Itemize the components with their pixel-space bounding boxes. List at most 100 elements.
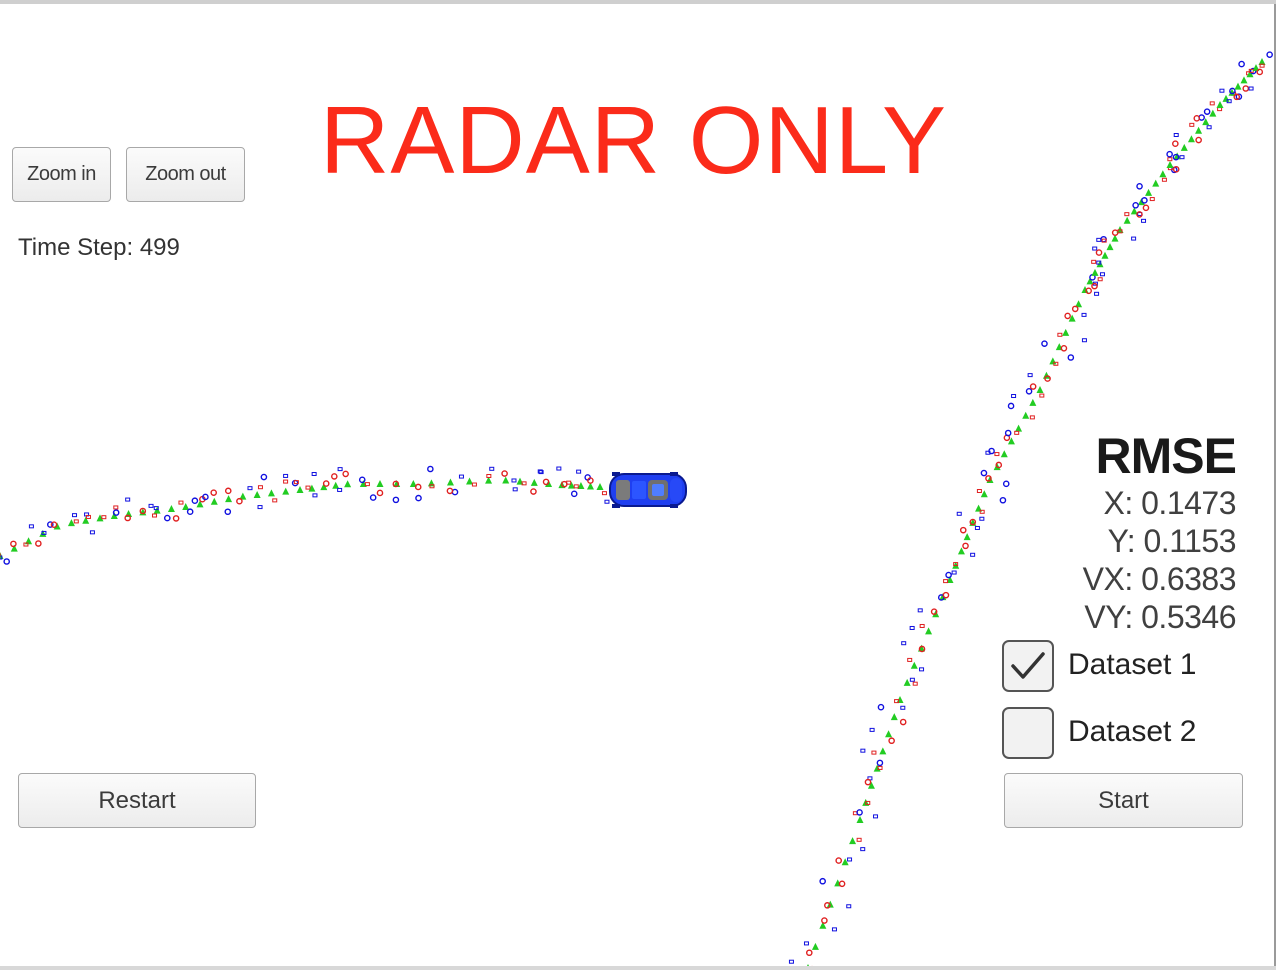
dataset-2-checkbox[interactable] bbox=[1002, 707, 1054, 759]
time-step-label: Time Step: 499 bbox=[18, 234, 180, 261]
restart-button[interactable]: Restart bbox=[18, 773, 256, 828]
zoom-in-button[interactable]: Zoom in bbox=[12, 147, 111, 202]
radar-marker bbox=[3, 558, 10, 565]
radar-marker bbox=[980, 469, 988, 477]
ground-truth-marker bbox=[856, 816, 864, 823]
radar-marker bbox=[1067, 354, 1075, 361]
estimate-marker bbox=[342, 470, 349, 478]
estimate-marker bbox=[73, 519, 79, 524]
radar-marker bbox=[956, 511, 962, 516]
radar-marker bbox=[125, 497, 131, 502]
estimate-marker bbox=[101, 515, 107, 520]
ground-truth-marker bbox=[1062, 328, 1070, 336]
radar-marker bbox=[312, 493, 318, 498]
radar-marker bbox=[458, 474, 464, 479]
estimate-marker bbox=[1091, 259, 1097, 264]
ground-truth-marker bbox=[1029, 398, 1037, 406]
radar-marker bbox=[148, 503, 154, 508]
ground-truth-marker bbox=[53, 522, 61, 530]
estimate-marker bbox=[962, 542, 969, 550]
estimate-marker bbox=[1029, 383, 1037, 390]
estimate-marker bbox=[943, 579, 949, 584]
radar-marker bbox=[1132, 202, 1139, 209]
estimate-marker bbox=[376, 489, 384, 497]
radar-marker bbox=[247, 486, 253, 491]
estimate-marker bbox=[113, 505, 119, 510]
radar-marker bbox=[1096, 237, 1102, 242]
ground-truth-marker bbox=[446, 478, 454, 486]
ground-truth-marker bbox=[1123, 216, 1131, 224]
ground-truth-marker bbox=[811, 942, 819, 950]
radar-marker bbox=[979, 516, 985, 521]
start-button[interactable]: Start bbox=[1004, 773, 1243, 828]
ground-truth-marker bbox=[963, 533, 971, 541]
radar-marker bbox=[291, 479, 299, 487]
ground-truth-marker bbox=[1166, 161, 1174, 168]
radar-marker bbox=[415, 494, 422, 502]
ground-truth-marker bbox=[1234, 82, 1242, 90]
radar-marker bbox=[369, 494, 377, 501]
mode-title: RADAR ONLY bbox=[320, 87, 948, 194]
simulator-window: RADAR ONLY Zoom in Zoom out Time Step: 4… bbox=[0, 0, 1276, 970]
radar-marker bbox=[570, 490, 578, 498]
radar-marker bbox=[451, 488, 459, 496]
estimate-marker bbox=[912, 681, 918, 686]
radar-marker bbox=[1266, 51, 1273, 58]
radar-marker bbox=[511, 478, 517, 483]
ground-truth-marker bbox=[849, 837, 857, 845]
estimate-marker bbox=[501, 470, 508, 477]
ground-truth-marker bbox=[1216, 101, 1224, 108]
estimate-marker bbox=[899, 718, 907, 726]
ground-truth-marker bbox=[903, 678, 911, 686]
checkmark-icon bbox=[1011, 652, 1045, 679]
radar-marker bbox=[1094, 291, 1100, 296]
ground-truth-marker bbox=[267, 489, 275, 497]
estimate-marker bbox=[272, 498, 278, 503]
ground-truth-marker bbox=[1145, 188, 1153, 196]
dataset-1-label: Dataset 1 bbox=[1068, 648, 1197, 681]
radar-marker bbox=[1041, 340, 1048, 347]
radar-marker bbox=[1219, 88, 1225, 93]
ground-truth-marker bbox=[1101, 251, 1109, 259]
estimate-marker bbox=[856, 837, 862, 842]
ground-truth-marker bbox=[1081, 286, 1089, 293]
radar-marker bbox=[1007, 402, 1015, 410]
zoom-out-button[interactable]: Zoom out bbox=[126, 147, 245, 202]
ground-truth-marker bbox=[1180, 143, 1188, 151]
radar-marker bbox=[358, 476, 366, 484]
ground-truth-marker bbox=[1187, 135, 1195, 143]
estimate-marker bbox=[1097, 277, 1103, 282]
radar-marker bbox=[1081, 312, 1087, 317]
ground-truth-marker bbox=[1106, 243, 1114, 251]
radar-marker bbox=[974, 525, 980, 530]
ground-truth-marker bbox=[1222, 94, 1230, 102]
radar-marker bbox=[224, 508, 232, 516]
ground-truth-marker bbox=[332, 481, 340, 489]
estimate-marker bbox=[1057, 332, 1063, 337]
radar-marker bbox=[283, 473, 289, 478]
estimate-marker bbox=[283, 479, 289, 484]
ground-truth-marker bbox=[910, 661, 918, 669]
radar-marker bbox=[1131, 236, 1137, 241]
estimate-marker bbox=[573, 484, 579, 489]
estimate-marker bbox=[152, 513, 158, 518]
radar-marker bbox=[900, 705, 906, 710]
estimate-marker bbox=[1039, 393, 1045, 398]
estimate-marker bbox=[1124, 212, 1130, 217]
rmse-panel: RMSE X: 0.1473 Y: 0.1153 VX: 0.6383 VY: … bbox=[1060, 428, 1237, 636]
estimate-marker bbox=[1172, 140, 1179, 148]
estimate-marker bbox=[821, 917, 828, 924]
estimate-marker bbox=[486, 473, 492, 478]
ground-truth-marker bbox=[1195, 126, 1203, 134]
ground-truth-marker bbox=[296, 486, 304, 493]
estimate-marker bbox=[871, 750, 877, 755]
dataset-1-checkbox[interactable] bbox=[1002, 640, 1054, 692]
estimate-marker bbox=[1149, 197, 1155, 202]
radar-marker bbox=[260, 473, 268, 481]
ground-truth-marker bbox=[167, 505, 175, 512]
estimate-marker bbox=[530, 488, 537, 495]
ground-truth-marker bbox=[39, 529, 47, 537]
ground-truth-marker bbox=[82, 516, 90, 524]
radar-marker bbox=[1166, 150, 1173, 158]
radar-marker bbox=[860, 847, 866, 852]
